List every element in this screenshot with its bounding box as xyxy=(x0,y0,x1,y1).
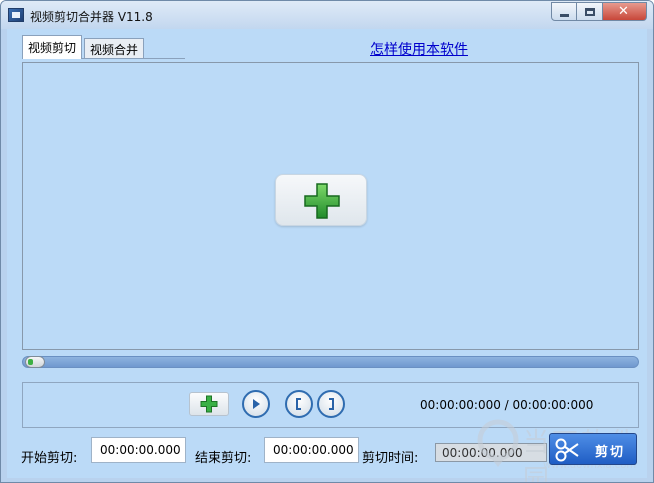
main-panel: 视频剪切 视频合并 怎样使用本软件 00:00:00:000 / 00:00:0… xyxy=(7,29,647,482)
end-cut-label: 结束剪切: xyxy=(195,451,252,466)
mark-in-button[interactable] xyxy=(285,390,313,418)
playback-controls: 00:00:00:000 / 00:00:00:000 xyxy=(22,382,639,428)
minimize-icon xyxy=(560,14,569,17)
bracket-left-icon xyxy=(296,398,301,410)
title-bar[interactable]: 视频剪切合并器 V11.8 ✕ xyxy=(1,1,653,29)
close-button[interactable]: ✕ xyxy=(603,2,647,21)
cut-button[interactable]: 剪切 xyxy=(549,433,637,465)
close-icon: ✕ xyxy=(618,4,629,19)
scissors-icon xyxy=(555,438,579,462)
add-media-button[interactable] xyxy=(275,174,367,226)
app-icon xyxy=(8,8,24,22)
seek-handle[interactable] xyxy=(25,356,45,368)
seek-bar[interactable] xyxy=(22,356,639,368)
video-preview-area[interactable] xyxy=(22,62,639,350)
bracket-right-icon xyxy=(329,398,334,410)
cut-button-label: 剪切 xyxy=(595,445,626,460)
start-cut-field[interactable]: 00:00:00.000 xyxy=(91,437,186,463)
tab-bar: 视频剪切 视频合并 xyxy=(22,35,185,59)
mark-out-button[interactable] xyxy=(317,390,345,418)
plus-icon xyxy=(200,395,218,413)
cut-duration-label: 剪切时间: xyxy=(362,451,419,466)
tab-video-merge[interactable]: 视频合并 xyxy=(84,38,145,58)
plus-icon xyxy=(304,183,340,219)
window-controls: ✕ xyxy=(551,2,647,21)
tab-video-cut[interactable]: 视频剪切 xyxy=(22,35,83,59)
cut-duration-field: 00:00:00.000 xyxy=(435,443,547,462)
start-cut-label: 开始剪切: xyxy=(21,451,78,466)
window-title: 视频剪切合并器 V11.8 xyxy=(30,10,153,24)
play-button[interactable] xyxy=(242,390,270,418)
maximize-button[interactable] xyxy=(577,2,603,21)
play-icon xyxy=(253,399,260,409)
help-link[interactable]: 怎样使用本软件 xyxy=(370,39,468,59)
time-display: 00:00:00:000 / 00:00:00:000 xyxy=(420,398,594,412)
app-window: 视频剪切合并器 V11.8 ✕ 视频剪切 视频合并 怎样使用本软件 00:00:… xyxy=(0,0,654,483)
add-file-button[interactable] xyxy=(189,392,229,416)
minimize-button[interactable] xyxy=(551,2,577,21)
maximize-icon xyxy=(585,8,595,16)
end-cut-field[interactable]: 00:00:00.000 xyxy=(264,437,359,463)
